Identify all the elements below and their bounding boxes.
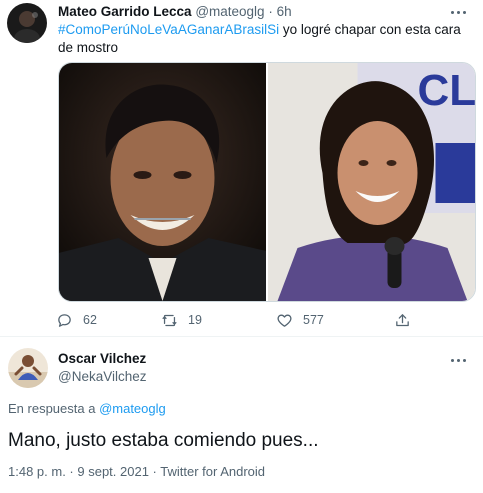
reply-count: 62 [83,313,97,327]
author-name[interactable]: Mateo Garrido Lecca [58,4,192,19]
tweet-1-text: #ComoPerúNoLeVaAGanarABrasilSi yo logré … [58,21,463,57]
like-action[interactable]: 577 [276,310,324,330]
tweet-age[interactable]: 6h [277,4,292,19]
retweet-icon [162,314,177,326]
reply-author-name[interactable]: Oscar Vilchez [58,350,146,368]
tweet-media[interactable]: CL [58,62,476,302]
reply-text: Mano, justo estaba comiendo pues... [8,430,319,451]
author-handle[interactable]: @mateoglg [195,4,264,19]
reply-prefix: En respuesta a [8,401,100,416]
tweet-actions: 62 19 577 [56,310,416,330]
reply-action[interactable]: 62 [56,310,97,330]
meta-sep-1: · [65,464,78,479]
photo-right[interactable]: CL [268,63,475,301]
tweet-time[interactable]: 1:48 p. m. [8,464,66,479]
photo-left[interactable] [59,63,266,301]
meta-sep-2: · [148,464,161,479]
retweet-count: 19 [188,313,202,327]
more-icon[interactable] [448,354,468,366]
more-icon[interactable] [448,6,468,18]
svg-text:CL: CL [418,66,476,115]
share-action[interactable] [394,310,411,330]
tweet-date[interactable]: 9 sept. 2021 [77,464,149,479]
like-icon [277,314,292,327]
share-icon [396,313,409,326]
tweet-1-header: Mateo Garrido Lecca @mateoglg · 6h [58,3,292,21]
avatar-oscar[interactable] [8,348,48,388]
retweet-action[interactable]: 19 [161,310,202,330]
tweet-source[interactable]: Twitter for Android [160,464,265,479]
reply-icon [58,313,71,327]
avatar-mateo[interactable] [7,3,47,43]
reply-author-handle[interactable]: @NekaVilchez [58,368,147,386]
like-count: 577 [303,313,324,327]
tweet-meta: 1:48 p. m. · 9 sept. 2021 · Twitter for … [8,463,265,481]
tweet-1[interactable]: Mateo Garrido Lecca @mateoglg · 6h #Como… [0,0,483,337]
header-separator: · [268,4,273,19]
replying-to: En respuesta a @mateoglg [8,400,166,418]
hashtag-link[interactable]: #ComoPerúNoLeVaAGanarABrasilSi [58,22,279,37]
reply-mention[interactable]: @mateoglg [99,401,166,416]
